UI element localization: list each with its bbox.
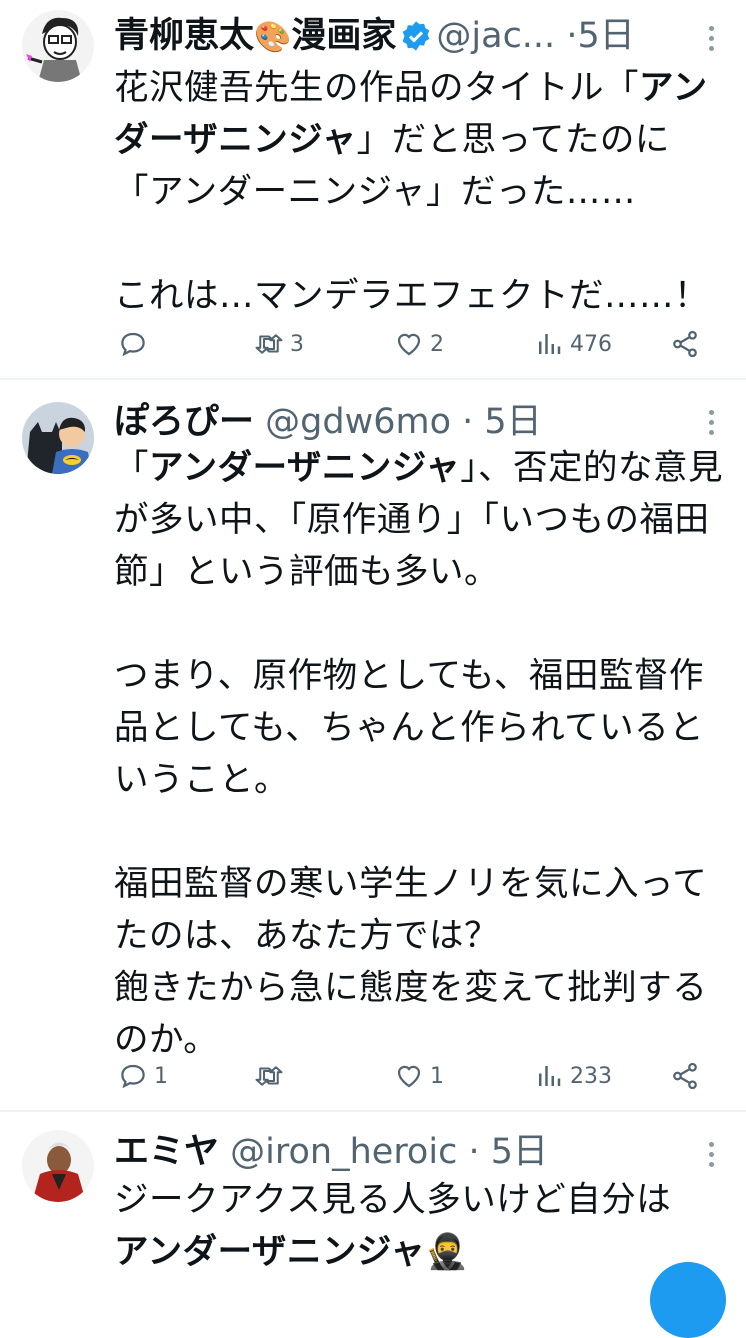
tweet-actions: 3 2 476 [114,326,714,362]
tweet-text: 「アンダーザニンジャ」、否定的な意見が多い中、「原作通り」「いつもの福田節」とい… [114,442,724,1066]
avatar-red-coat-character-icon [22,1130,94,1202]
tweet-header: ぽろぴー @gdw6mo · 5日 [114,400,686,444]
separator-dot: · [468,1132,480,1172]
author-handle[interactable]: @gdw6mo [265,402,451,442]
reply-count: 1 [154,1063,168,1089]
timestamp[interactable]: 5日 [491,1132,548,1172]
text-fragment: ジークアクス見る人多いけど自分は [114,1180,672,1220]
bold-text-fragment: アンダーザニンジャ [114,1232,426,1272]
more-options-icon[interactable] [706,26,716,54]
retweet-button[interactable] [254,1058,290,1094]
views-button[interactable]: 476 [534,326,612,362]
avatar-batman-icon [22,402,94,474]
text-fragment: 🥷 [425,1232,469,1272]
tweet-divider [0,378,746,380]
author-handle[interactable]: @jac... [436,16,555,56]
retweet-icon [255,334,283,354]
like-count: 1 [430,1063,444,1089]
view-count: 476 [570,331,612,357]
retweet-icon [255,1066,283,1086]
text-fragment: 花沢健吾先生の作品のタイトル「 [114,68,639,108]
views-chart-icon [539,334,561,354]
tweet-actions: 1 1 233 [114,1058,714,1094]
reply-icon [121,1064,145,1089]
like-button[interactable]: 1 [394,1058,444,1094]
heart-icon [397,1065,421,1088]
views-chart-icon [539,1066,561,1086]
timestamp[interactable]: 5日 [484,402,541,442]
heart-icon [397,333,421,356]
share-button[interactable] [670,326,700,362]
share-icon [673,1062,697,1090]
text-fragment: 「 [114,448,149,488]
more-options-icon[interactable] [706,1142,716,1170]
views-button[interactable]: 233 [534,1058,612,1094]
avatar[interactable] [22,10,94,82]
avatar[interactable] [22,1130,94,1202]
author-name[interactable]: 青柳恵太 [114,16,254,56]
retweet-count: 3 [290,331,304,357]
timestamp[interactable]: 5日 [577,16,634,56]
like-count: 2 [430,331,444,357]
tweet-text: 花沢健吾先生の作品のタイトル「アンダーザニンジャ」だと思ってたのに「アンダーニン… [114,62,724,322]
compose-tweet-button[interactable] [650,1262,726,1338]
separator-dot: · [566,16,578,56]
verified-badge-icon [403,21,430,51]
reply-icon [121,332,145,357]
text-fragment: 」、否定的な意見が多い中、「原作通り」「いつもの福田節」という評価も多い。 つま… [114,448,723,1060]
author-name[interactable]: エミヤ [114,1132,219,1172]
palette-emoji: 🎨 [254,20,292,55]
avatar-cartoon-man-icon [22,10,94,82]
more-options-icon[interactable] [706,410,716,438]
tweet-text: ジークアクス見る人多いけど自分は アンダーザニンジャ🥷 [114,1174,724,1278]
share-button[interactable] [670,1058,700,1094]
reply-button[interactable] [118,326,154,362]
author-handle[interactable]: @iron_heroic [230,1132,457,1172]
view-count: 233 [570,1063,612,1089]
avatar[interactable] [22,402,94,474]
like-button[interactable]: 2 [394,326,444,362]
separator-dot: · [462,402,474,442]
retweet-button[interactable]: 3 [254,326,304,362]
reply-button[interactable]: 1 [118,1058,168,1094]
tweet-header: エミヤ @iron_heroic · 5日 [114,1130,686,1174]
tweet-divider [0,1110,746,1112]
share-icon [673,330,697,358]
bold-text-fragment: アンダーザニンジャ [149,448,461,488]
author-name[interactable]: ぽろぴー [114,402,254,442]
author-name-suffix[interactable]: 漫画家 [291,16,396,56]
tweet-header: 青柳恵太🎨漫画家 @jac... ·5日 [114,14,686,58]
